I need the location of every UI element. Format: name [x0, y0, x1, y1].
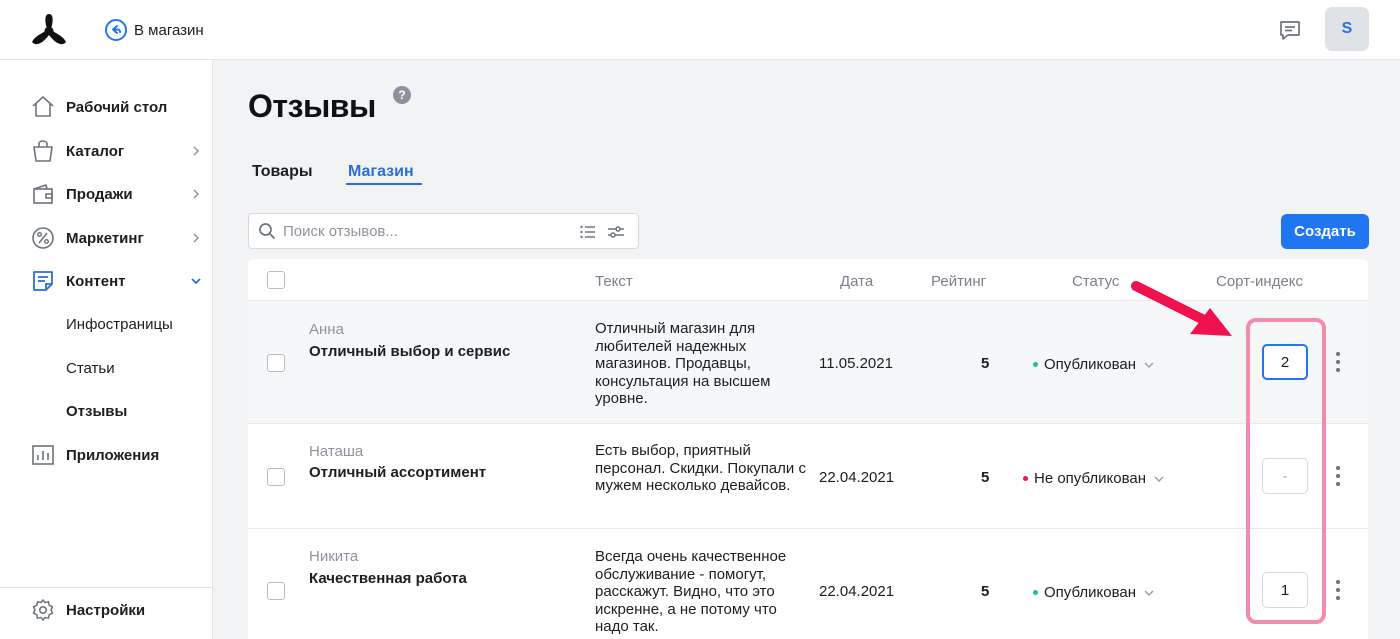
- review-date: 11.05.2021: [819, 355, 893, 372]
- row-checkbox[interactable]: [267, 354, 285, 372]
- wallet-icon: [33, 184, 53, 204]
- review-rating: 5: [981, 583, 990, 600]
- more-options-icon[interactable]: [1335, 579, 1341, 601]
- chevron-right-icon: [193, 146, 200, 156]
- sort-index-input[interactable]: [1262, 458, 1308, 494]
- status-label: Опубликован: [1044, 356, 1137, 373]
- status-dot: [1023, 476, 1028, 481]
- table-row[interactable]: Наташа Отличный ассортимент Есть выбор, …: [248, 424, 1368, 529]
- select-all-checkbox[interactable]: [267, 271, 285, 289]
- more-options-icon[interactable]: [1335, 351, 1341, 373]
- status-dropdown[interactable]: Опубликован: [1033, 356, 1155, 373]
- active-tab-indicator: [346, 183, 422, 185]
- chat-icon[interactable]: [1278, 18, 1302, 42]
- review-text: Есть выбор, приятный персонал. Скидки. П…: [595, 442, 806, 494]
- home-icon: [32, 96, 54, 117]
- review-title[interactable]: Качественная работа: [309, 570, 467, 587]
- column-header-rating[interactable]: Рейтинг: [931, 273, 986, 290]
- table-header: Текст Дата Рейтинг Статус Сорт-индекс: [248, 259, 1368, 301]
- review-text: Всегда очень качественное обслуживание -…: [595, 548, 787, 635]
- create-button[interactable]: Создать: [1281, 214, 1369, 249]
- review-rating: 5: [981, 355, 990, 372]
- reviews-table: Текст Дата Рейтинг Статус Сорт-индекс Ан…: [248, 259, 1368, 639]
- row-checkbox[interactable]: [267, 582, 285, 600]
- review-title[interactable]: Отличный выбор и сервис: [309, 343, 510, 360]
- sidebar-item-content[interactable]: Контент: [0, 261, 213, 301]
- search-input[interactable]: [283, 220, 563, 242]
- sort-index-input[interactable]: [1262, 344, 1308, 380]
- review-author: Наташа: [309, 443, 364, 460]
- status-label: Не опубликован: [1034, 470, 1147, 487]
- sidebar-item-label: Настройки: [66, 601, 146, 619]
- gear-icon: [32, 599, 54, 621]
- chevron-down-icon: [1154, 475, 1164, 482]
- review-author: Никита: [309, 548, 359, 565]
- back-label: В магазин: [134, 21, 204, 39]
- review-rating: 5: [981, 469, 990, 486]
- page-title: Отзывы: [248, 88, 376, 124]
- review-date: 22.04.2021: [819, 469, 895, 486]
- search-icon: [259, 223, 275, 239]
- sidebar-item-dashboard[interactable]: Рабочий стол: [0, 87, 213, 127]
- tab-goods[interactable]: Товары: [252, 163, 313, 181]
- logo-icon[interactable]: [28, 10, 70, 48]
- column-header-sort-index[interactable]: Сорт-индекс: [1216, 273, 1303, 290]
- status-dot: [1033, 590, 1038, 595]
- sidebar-item-label: Контент: [66, 272, 126, 290]
- help-icon[interactable]: ?: [393, 86, 411, 104]
- review-text: Отличный магазин для любителей надежных …: [595, 320, 771, 407]
- sidebar-item-sales[interactable]: Продажи: [0, 174, 213, 214]
- chevron-right-icon: [193, 189, 200, 199]
- tab-store[interactable]: Магазин: [348, 163, 414, 181]
- status-dropdown[interactable]: Не опубликован: [1023, 470, 1165, 487]
- sidebar-item-label: Приложения: [66, 446, 160, 464]
- sidebar-item-apps[interactable]: Приложения: [0, 435, 213, 475]
- sort-index-input[interactable]: [1262, 572, 1308, 608]
- back-to-store-link[interactable]: В магазин: [104, 18, 204, 42]
- status-dot: [1033, 362, 1038, 367]
- user-avatar[interactable]: S: [1325, 7, 1369, 51]
- sidebar-item-catalog[interactable]: Каталог: [0, 131, 213, 171]
- table-row[interactable]: Никита Качественная работа Всегда очень …: [248, 529, 1368, 639]
- sidebar-item-marketing[interactable]: Маркетинг: [0, 218, 213, 258]
- sidebar-item-settings[interactable]: Настройки: [0, 590, 213, 630]
- sidebar-subitem-reviews[interactable]: Отзывы: [66, 403, 127, 420]
- back-arrow-circle-icon: [105, 19, 127, 41]
- top-bar: В магазин S: [0, 0, 1400, 60]
- table-row[interactable]: Анна Отличный выбор и сервис Отличный ма…: [248, 301, 1368, 424]
- apps-chart-icon: [32, 445, 54, 465]
- column-header-status[interactable]: Статус: [1072, 273, 1119, 290]
- review-date: 22.04.2021: [819, 583, 895, 600]
- column-header-date[interactable]: Дата: [840, 273, 873, 290]
- status-label: Опубликован: [1044, 584, 1137, 601]
- search-box: [248, 213, 639, 249]
- review-author: Анна: [309, 321, 344, 338]
- sidebar-divider: [0, 587, 213, 588]
- sidebar: Рабочий стол Каталог Продажи Маркетинг К…: [0, 60, 213, 639]
- percent-icon: [32, 227, 54, 249]
- chevron-down-icon: [191, 278, 201, 285]
- sidebar-subitem-articles[interactable]: Статьи: [66, 360, 115, 377]
- more-options-icon[interactable]: [1335, 465, 1341, 487]
- row-checkbox[interactable]: [267, 468, 285, 486]
- chevron-down-icon: [1144, 361, 1154, 368]
- chevron-down-icon: [1144, 589, 1154, 596]
- list-view-icon[interactable]: [579, 223, 597, 241]
- chevron-right-icon: [193, 233, 200, 243]
- filter-sliders-icon[interactable]: [607, 223, 625, 241]
- review-title[interactable]: Отличный ассортимент: [309, 464, 486, 481]
- sidebar-subitem-infopages[interactable]: Инфостраницы: [66, 316, 173, 333]
- sidebar-item-label: Каталог: [66, 142, 125, 160]
- document-icon: [33, 271, 53, 291]
- bag-icon: [33, 140, 53, 162]
- status-dropdown[interactable]: Опубликован: [1033, 584, 1155, 601]
- column-header-text[interactable]: Текст: [595, 273, 633, 290]
- sidebar-item-label: Рабочий стол: [66, 98, 168, 116]
- sidebar-item-label: Продажи: [66, 185, 133, 203]
- sidebar-item-label: Маркетинг: [66, 229, 144, 247]
